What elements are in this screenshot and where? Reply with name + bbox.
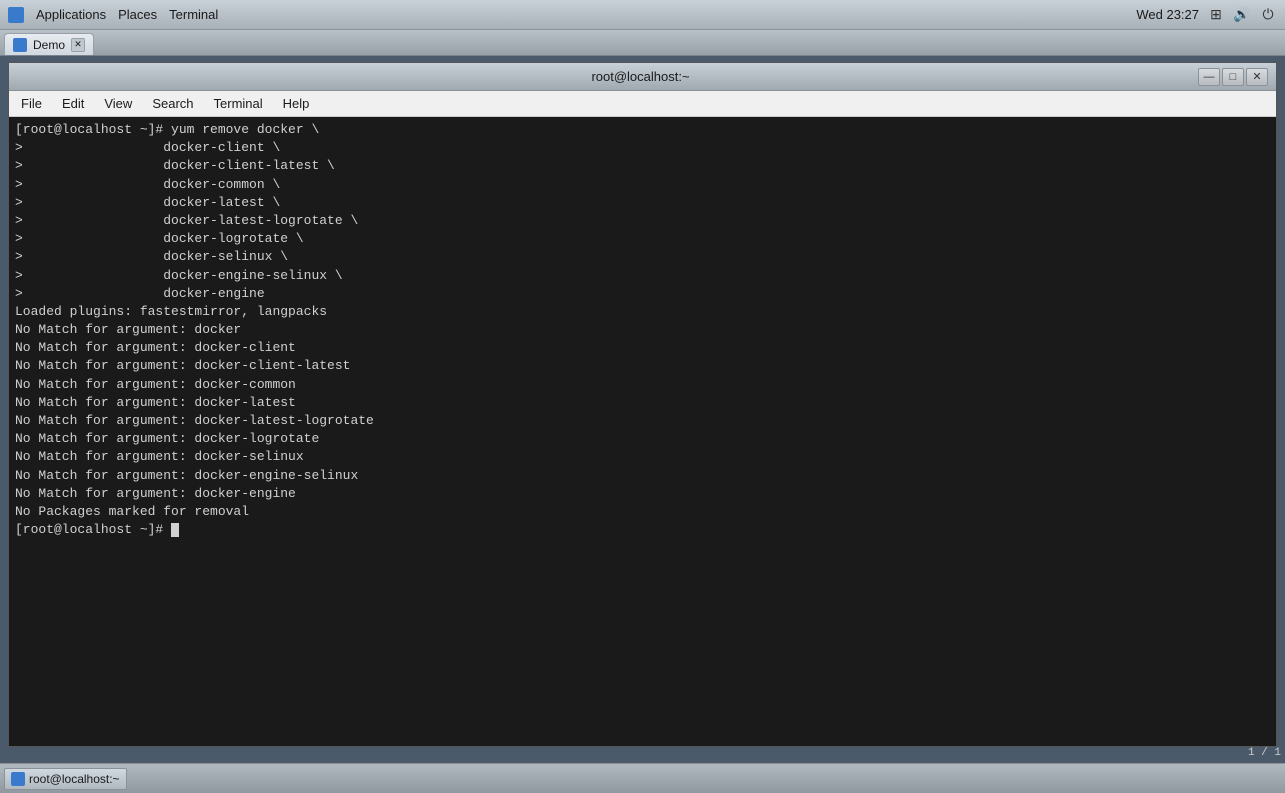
menu-view[interactable]: View — [96, 94, 140, 113]
menu-edit[interactable]: Edit — [54, 94, 92, 113]
menu-file[interactable]: File — [13, 94, 50, 113]
power-icon[interactable]: ⏻ — [1259, 6, 1277, 24]
maximize-button[interactable]: □ — [1222, 68, 1244, 86]
bottom-terminal-tab[interactable]: root@localhost:~ — [4, 768, 127, 790]
tab-strip: Demo ✕ — [0, 30, 1285, 56]
tab-close-button[interactable]: ✕ — [71, 38, 85, 52]
terminal-title: root@localhost:~ — [83, 69, 1198, 84]
page-indicator: 1 / 1 — [1248, 747, 1281, 759]
bottom-tab-label: root@localhost:~ — [29, 772, 120, 786]
menu-help[interactable]: Help — [275, 94, 318, 113]
demo-tab[interactable]: Demo ✕ — [4, 33, 94, 55]
places-menu[interactable]: Places — [118, 7, 157, 22]
menu-search[interactable]: Search — [144, 94, 201, 113]
system-clock: Wed 23:27 — [1136, 7, 1199, 22]
minimize-button[interactable]: — — [1198, 68, 1220, 86]
terminal-window: root@localhost:~ — □ ✕ File Edit View Se… — [8, 62, 1277, 747]
terminal-content[interactable]: [root@localhost ~]# yum remove docker \ … — [9, 117, 1276, 746]
top-taskbar: Applications Places Terminal Wed 23:27 ⊞… — [0, 0, 1285, 30]
bottom-tab-icon — [11, 772, 25, 786]
volume-icon: 🔊 — [1233, 6, 1251, 24]
taskbar-left: Applications Places Terminal — [8, 7, 218, 23]
terminal-titlebar: root@localhost:~ — □ ✕ — [9, 63, 1276, 91]
close-button[interactable]: ✕ — [1246, 68, 1268, 86]
terminal-menubar: File Edit View Search Terminal Help — [9, 91, 1276, 117]
apps-icon — [8, 7, 24, 23]
tab-app-icon — [13, 38, 27, 52]
network-icon: ⊞ — [1207, 6, 1225, 24]
menu-terminal[interactable]: Terminal — [206, 94, 271, 113]
terminal-menu[interactable]: Terminal — [169, 7, 218, 22]
bottom-taskbar: root@localhost:~ — [0, 763, 1285, 793]
tab-label: Demo — [33, 38, 65, 52]
window-buttons: — □ ✕ — [1198, 68, 1268, 86]
taskbar-right: Wed 23:27 ⊞ 🔊 ⏻ — [1136, 6, 1277, 24]
applications-menu[interactable]: Applications — [36, 7, 106, 22]
